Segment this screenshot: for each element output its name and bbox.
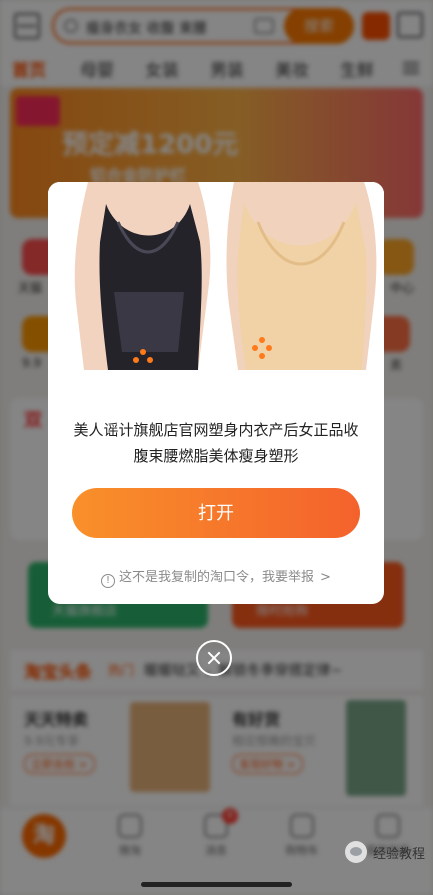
watermark-text: 经验教程 (372, 846, 425, 862)
product-photo-illustration (48, 182, 384, 370)
close-icon[interactable] (196, 640, 232, 676)
open-button[interactable]: 打开 (72, 488, 360, 538)
warning-icon: ! (101, 574, 116, 588)
taokouling-dialog: 美人谣计旗舰店官网塑身内衣产后女正品收腹束腰燃脂美体瘦身塑形 打开 ! 这不是我复… (48, 182, 384, 604)
home-indicator[interactable] (141, 882, 292, 887)
report-link[interactable]: ! 这不是我复制的淘口令，我要举报 > (48, 566, 384, 588)
watermark: 经验教程 (344, 841, 425, 863)
wechat-icon (344, 841, 367, 863)
chevron-right-icon: > (320, 570, 331, 585)
product-title: 美人谣计旗舰店官网塑身内衣产后女正品收腹束腰燃脂美体瘦身塑形 (73, 421, 359, 465)
report-text: 这不是我复制的淘口令，我要举报 (119, 570, 315, 585)
product-image[interactable] (48, 182, 384, 370)
